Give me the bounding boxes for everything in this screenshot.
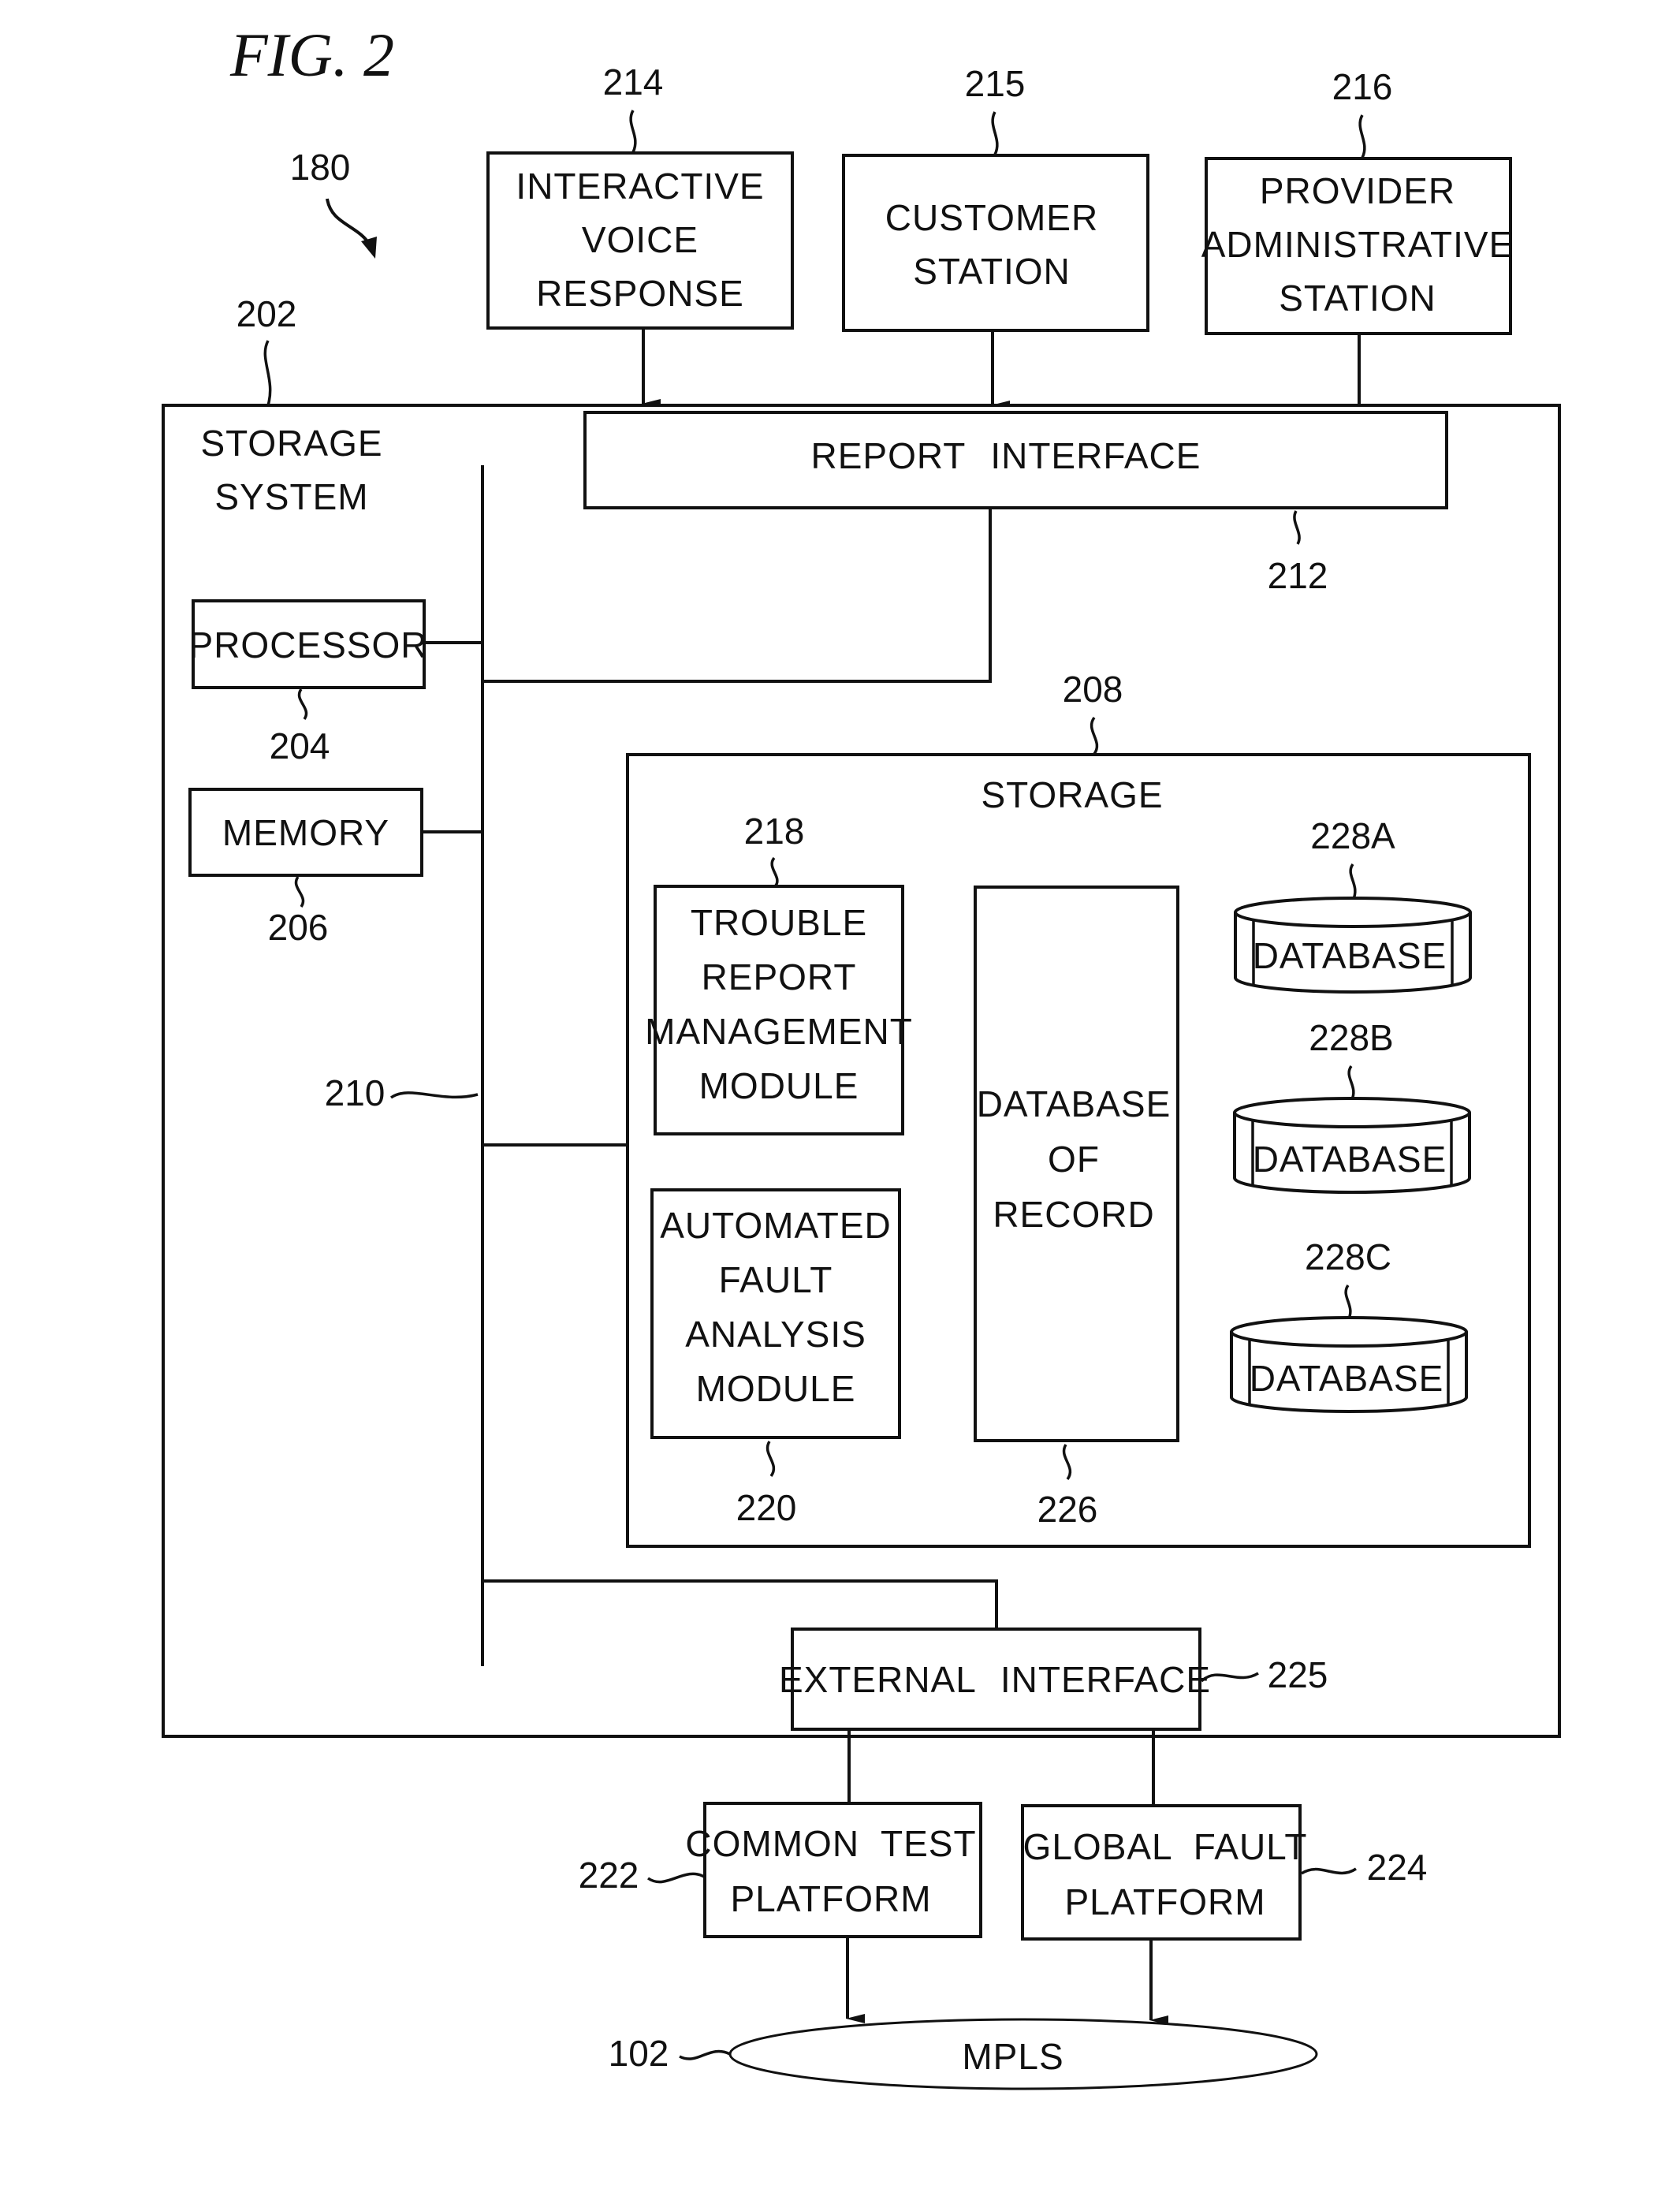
ref-102: 102	[609, 2033, 669, 2074]
storage-system-line-2: SYSTEM	[214, 476, 368, 517]
ref-226: 226	[1037, 1489, 1098, 1530]
figure-title: FIG. 2	[229, 21, 394, 89]
db-of-record-line-1: DATABASE	[977, 1083, 1172, 1124]
ref-212: 212	[1268, 555, 1328, 596]
trouble-line-3: MANAGEMENT	[645, 1011, 913, 1052]
ref-228c: 228C	[1305, 1236, 1391, 1277]
db-of-record-line-2: OF	[1048, 1139, 1100, 1180]
database-228a-label: DATABASE	[1253, 935, 1447, 976]
ref-222: 222	[579, 1855, 639, 1896]
ivr-line-3: RESPONSE	[536, 273, 744, 314]
ivr-line-1: INTERACTIVE	[516, 166, 764, 207]
trouble-line-2: REPORT	[702, 956, 857, 997]
ref-218: 218	[744, 811, 805, 852]
ref-216: 216	[1332, 66, 1393, 107]
db-of-record-line-3: RECORD	[993, 1194, 1154, 1235]
ref-216-leader	[1358, 114, 1366, 158]
customer-station-line-2: STATION	[913, 251, 1071, 292]
global-fault-line-1: GLOBAL FAULT	[1023, 1826, 1308, 1867]
memory-label: MEMORY	[222, 812, 389, 853]
provider-admin-station-box: 216 PROVIDER ADMINISTRATIVE STATION	[1201, 66, 1514, 335]
trouble-line-4: MODULE	[699, 1065, 859, 1106]
ref-180-arrow-icon	[326, 198, 372, 248]
fault-line-4: MODULE	[696, 1368, 856, 1409]
report-interface-label: REPORT INTERFACE	[811, 435, 1201, 476]
ref-206: 206	[268, 907, 329, 948]
mpls-label: MPLS	[962, 2036, 1064, 2077]
database-228c-label: DATABASE	[1250, 1358, 1444, 1399]
customer-station-box: 215 CUSTOMER STATION	[842, 63, 1149, 332]
external-interface-label: EXTERNAL INTERFACE	[779, 1659, 1211, 1700]
fault-line-1: AUTOMATED	[660, 1205, 892, 1246]
common-test-line-1: COMMON TEST	[685, 1823, 976, 1864]
common-test-line-2: PLATFORM	[730, 1878, 931, 1919]
provider-line-2: ADMINISTRATIVE	[1201, 224, 1514, 265]
ref-215-leader	[991, 111, 999, 155]
provider-line-3: STATION	[1279, 278, 1436, 319]
storage-system-line-1: STORAGE	[200, 423, 382, 464]
ref-180-arrowhead-icon	[361, 237, 377, 259]
ref-224-leader	[1301, 1867, 1357, 1875]
ref-204: 204	[270, 725, 330, 766]
trouble-line-1: TROUBLE	[691, 902, 867, 943]
ref-214: 214	[603, 62, 664, 103]
storage-label: STORAGE	[981, 774, 1163, 815]
ref-224: 224	[1367, 1847, 1428, 1888]
ref-222-leader	[647, 1872, 705, 1884]
ivr-line-2: VOICE	[582, 219, 698, 260]
ref-214-leader	[629, 110, 637, 153]
ref-102-leader	[679, 2049, 731, 2060]
global-fault-line-2: PLATFORM	[1064, 1881, 1265, 1922]
ref-208: 208	[1063, 669, 1123, 710]
ref-202: 202	[237, 293, 297, 334]
database-228c-top-icon	[1230, 1316, 1468, 1348]
ref-220: 220	[736, 1487, 797, 1528]
database-228a-top-icon	[1234, 897, 1472, 928]
fig2-diagram: FIG. 2 180 214 INTERACTIVE VOICE RESPONS…	[162, 21, 1561, 2090]
ref-210: 210	[325, 1072, 386, 1113]
ref-202-leader	[263, 340, 272, 406]
fault-line-2: FAULT	[719, 1259, 833, 1300]
provider-line-1: PROVIDER	[1260, 170, 1455, 211]
ref-228a: 228A	[1310, 815, 1395, 856]
customer-station-rect	[842, 154, 1149, 332]
ref-215: 215	[965, 63, 1026, 104]
ref-180: 180	[290, 147, 351, 188]
customer-station-line-1: CUSTOMER	[885, 197, 1098, 238]
interactive-voice-response-box: 214 INTERACTIVE VOICE RESPONSE	[486, 62, 794, 330]
ref-225: 225	[1268, 1654, 1328, 1695]
ref-228b: 228B	[1309, 1017, 1393, 1058]
fault-line-3: ANALYSIS	[685, 1314, 866, 1355]
database-228b-top-icon	[1233, 1097, 1471, 1128]
processor-label: PROCESSOR	[189, 625, 428, 666]
database-228b-label: DATABASE	[1253, 1139, 1447, 1180]
